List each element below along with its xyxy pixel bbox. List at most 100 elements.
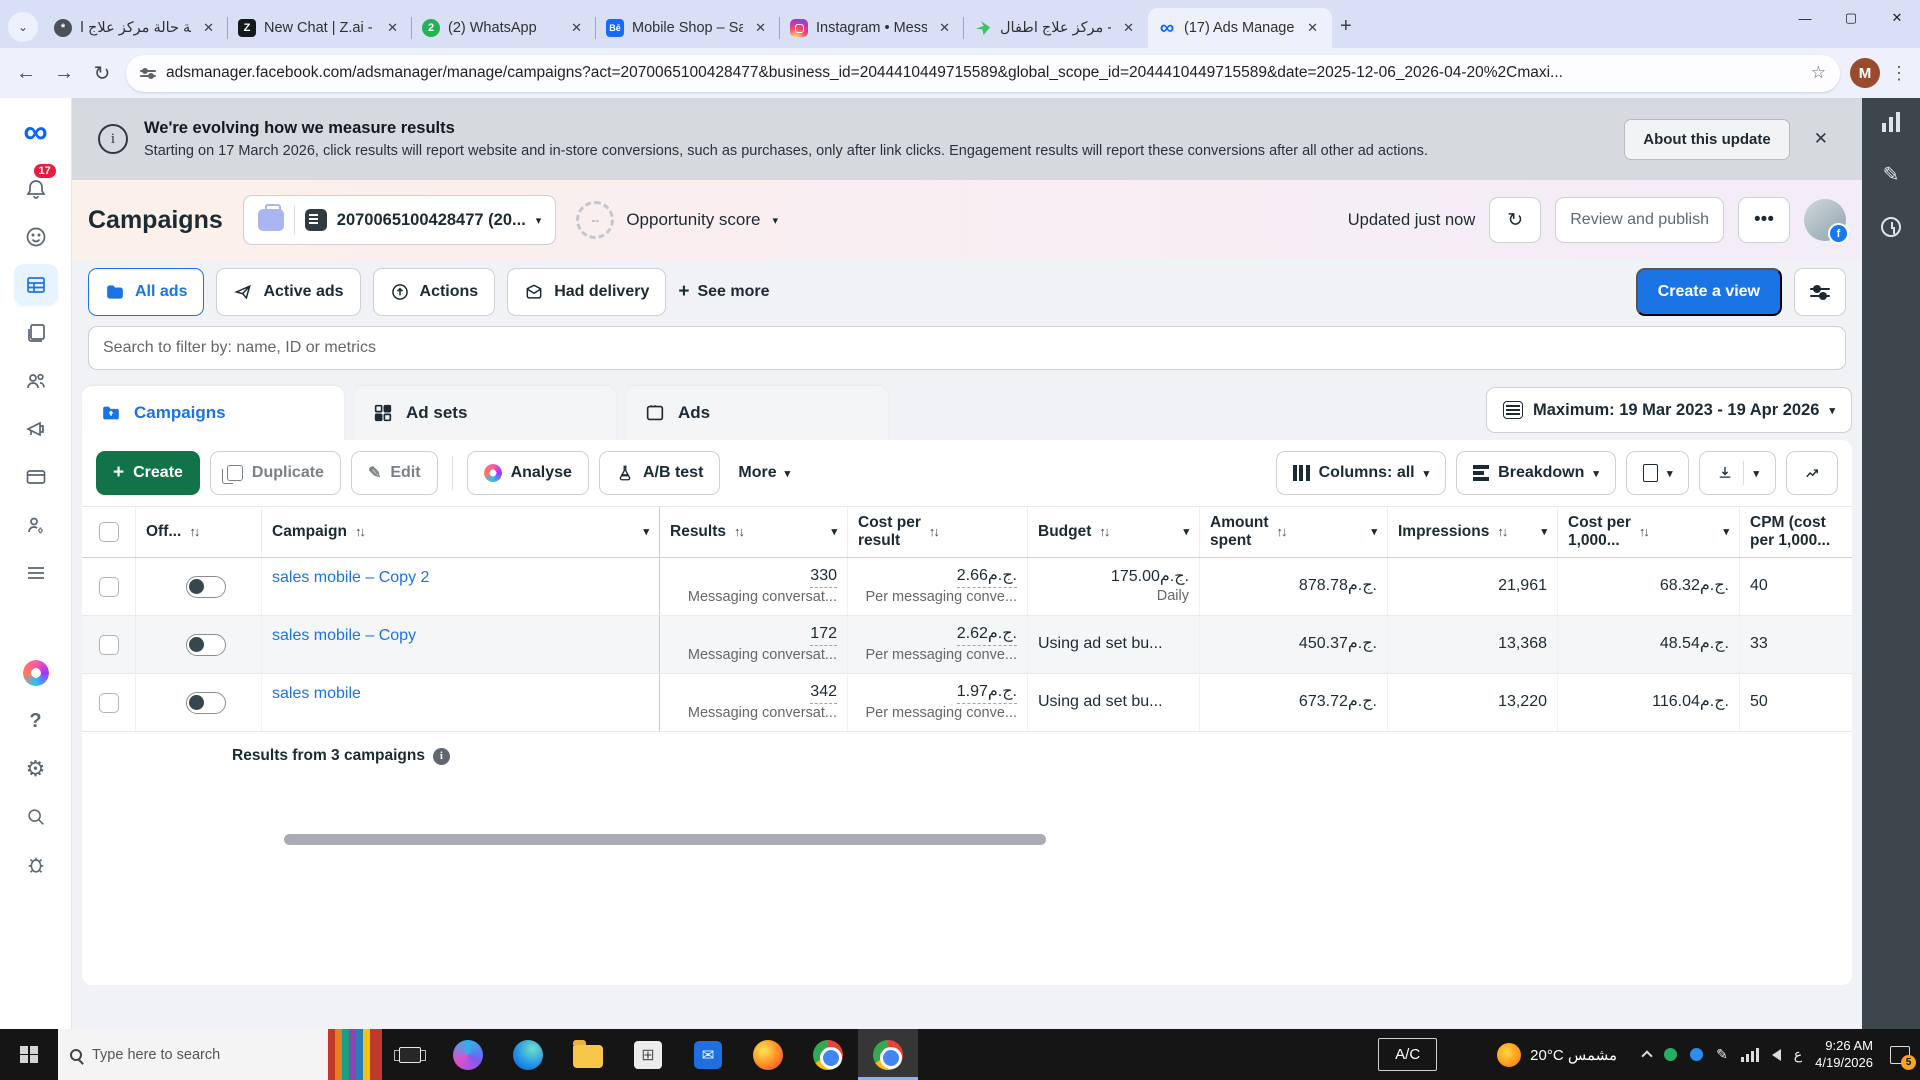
sidebar-item-ads-reporting[interactable] [14, 408, 58, 450]
about-this-update-button[interactable]: About this update [1624, 119, 1790, 160]
ab-test-button[interactable]: A/B test [599, 451, 720, 495]
campaign-off-toggle[interactable] [186, 576, 226, 598]
ac-indicator[interactable]: A/C [1378, 1038, 1437, 1071]
sidebar-item-campaigns[interactable] [14, 264, 58, 306]
chevron-down-icon[interactable]: ▾ [643, 526, 649, 539]
report-bug-icon[interactable] [14, 844, 58, 886]
tab-close-icon[interactable]: ✕ [751, 18, 770, 38]
column-header-budget[interactable]: Budget↑↓▾ [1028, 507, 1200, 557]
export-button[interactable]: ▾ [1699, 451, 1776, 495]
search-filter-input[interactable]: Search to filter by: name, ID or metrics [88, 326, 1846, 370]
tab-close-icon[interactable]: ✕ [199, 18, 218, 38]
forward-button[interactable]: → [50, 62, 78, 85]
sort-arrows-icon[interactable]: ↑↓ [355, 525, 364, 540]
volume-icon[interactable] [1772, 1049, 1781, 1061]
address-bar[interactable]: adsmanager.facebook.com/adsmanager/manag… [126, 55, 1840, 92]
sidebar-item-billing[interactable] [14, 456, 58, 498]
edit-button[interactable]: ✎Edit [351, 451, 438, 495]
pen-icon[interactable]: ✎ [1716, 1046, 1728, 1063]
view-settings-sliders-icon[interactable] [1794, 268, 1846, 316]
hidden-icons-chevron-icon[interactable] [1641, 1050, 1652, 1061]
review-and-publish-button[interactable]: Review and publish [1555, 197, 1724, 243]
charts-button[interactable] [1786, 451, 1838, 495]
column-header-spent[interactable]: Amount spent↑↓▾ [1200, 507, 1388, 557]
reload-button[interactable]: ↻ [88, 61, 116, 86]
header-more-button[interactable]: ••• [1738, 197, 1790, 243]
meta-logo[interactable]: ∞ [23, 110, 47, 154]
chevron-down-icon[interactable]: ▾ [1371, 526, 1377, 539]
column-header-campaign[interactable]: Campaign↑↓▾ [262, 507, 660, 557]
filter-chip-all-ads[interactable]: All ads [88, 268, 204, 316]
sort-arrows-icon[interactable]: ↑↓ [1277, 525, 1286, 540]
browser-menu-icon[interactable]: ⋮ [1890, 63, 1908, 84]
columns-button[interactable]: Columns: all▾ [1276, 451, 1447, 495]
edit-pencil-icon[interactable]: ✎ [1883, 162, 1900, 187]
window-maximize-button[interactable]: ▢ [1828, 0, 1874, 36]
browser-tab-5[interactable]: Instagram • Message✕ [780, 8, 964, 48]
sidebar-item-business-settings[interactable] [14, 504, 58, 546]
filter-chip-active-ads[interactable]: Active ads [216, 268, 360, 316]
tray-app-green-icon[interactable] [1664, 1048, 1677, 1061]
taskbar-app-firefox-button[interactable] [738, 1029, 798, 1080]
meta-business-suite-icon[interactable] [14, 652, 58, 694]
taskbar-app-chrome-active-button[interactable] [858, 1029, 918, 1080]
tab-close-icon[interactable]: ✕ [383, 18, 402, 38]
sidebar-item-all-tools-menu[interactable] [14, 552, 58, 594]
filter-chip-actions[interactable]: Actions [373, 268, 496, 316]
column-header-cpm[interactable]: CPM (cost per 1,000... [1740, 507, 1852, 557]
sort-arrows-icon[interactable]: ↑↓ [1639, 525, 1648, 540]
clock[interactable]: 9:26 AM 4/19/2026 [1815, 1038, 1873, 1072]
taskbar-app-photos-button[interactable] [438, 1029, 498, 1080]
start-button[interactable] [0, 1029, 58, 1080]
tab-close-icon[interactable]: ✕ [1119, 18, 1138, 38]
reports-button[interactable]: ▾ [1626, 451, 1690, 495]
chevron-down-icon[interactable]: ▾ [831, 526, 837, 539]
refresh-button[interactable]: ↻ [1489, 197, 1541, 243]
row-checkbox[interactable] [82, 558, 136, 615]
taskbar-app-file-explorer-button[interactable] [558, 1029, 618, 1080]
see-more-filters[interactable]: +See more [678, 281, 769, 303]
banner-close-icon[interactable]: ✕ [1806, 129, 1836, 149]
history-clock-icon[interactable] [1881, 217, 1901, 237]
tray-app-blue-icon[interactable] [1690, 1048, 1703, 1061]
window-close-button[interactable]: ✕ [1874, 0, 1920, 36]
tab-search-chevron-icon[interactable]: ⌄ [8, 12, 38, 42]
ad-account-selector[interactable]: 2070065100428477 (20... ▾ [243, 195, 557, 245]
chevron-down-icon[interactable]: ▾ [1723, 526, 1729, 539]
campaign-name-link[interactable]: sales mobile – Copy [272, 626, 416, 647]
campaign-name-link[interactable]: sales mobile [272, 684, 361, 705]
sort-arrows-icon[interactable]: ↑↓ [189, 525, 198, 540]
column-header-off[interactable]: Off...↑↓ [136, 507, 262, 557]
tab-ad-sets[interactable]: Ad sets [354, 386, 616, 440]
sort-arrows-icon[interactable]: ↑↓ [734, 525, 743, 540]
taskbar-app-edge-button[interactable] [498, 1029, 558, 1080]
analyse-button[interactable]: Analyse [467, 451, 589, 495]
row-checkbox[interactable] [82, 674, 136, 731]
insights-chart-icon[interactable] [1882, 112, 1900, 132]
taskbar-app-chrome-button[interactable] [798, 1029, 858, 1080]
taskbar-app-mail-button[interactable]: ✉ [678, 1029, 738, 1080]
create-a-view-button[interactable]: Create a view [1636, 268, 1782, 316]
sidebar-item-account-overview[interactable] [14, 216, 58, 258]
sidebar-item-pages[interactable] [14, 312, 58, 354]
search-highlight-image[interactable] [328, 1029, 382, 1080]
browser-tab-6[interactable]: مركز علاج اطفال - gab✕ [964, 8, 1148, 48]
browser-tab-3[interactable]: 2(2) WhatsApp✕ [412, 8, 596, 48]
filter-chip-had-delivery[interactable]: Had delivery [507, 268, 666, 316]
browser-tab-7[interactable]: ∞(17) Ads Manager - M✕ [1148, 8, 1332, 48]
tab-close-icon[interactable]: ✕ [935, 18, 954, 38]
window-minimize-button[interactable]: — [1782, 0, 1828, 36]
back-button[interactable]: ← [12, 62, 40, 85]
browser-tab-2[interactable]: ZNew Chat | Z.ai - Free✕ [228, 8, 412, 48]
bookmark-star-icon[interactable]: ☆ [1811, 63, 1826, 83]
create-button[interactable]: +Create [96, 451, 200, 495]
user-avatar[interactable] [1804, 199, 1846, 241]
row-checkbox[interactable] [82, 616, 136, 673]
date-range-selector[interactable]: Maximum: 19 Mar 2023 - 19 Apr 2026 ▾ [1486, 387, 1852, 433]
column-header-cpr[interactable]: Cost per result↑↓ [848, 507, 1028, 557]
network-signal-icon[interactable] [1741, 1048, 1759, 1062]
sort-arrows-icon[interactable]: ↑↓ [1099, 525, 1108, 540]
browser-tab-1[interactable]: *دراسة حالة مركز علاج ا✕ [44, 8, 228, 48]
chevron-down-icon[interactable]: ▾ [1541, 526, 1547, 539]
select-all-checkbox[interactable] [82, 507, 136, 557]
